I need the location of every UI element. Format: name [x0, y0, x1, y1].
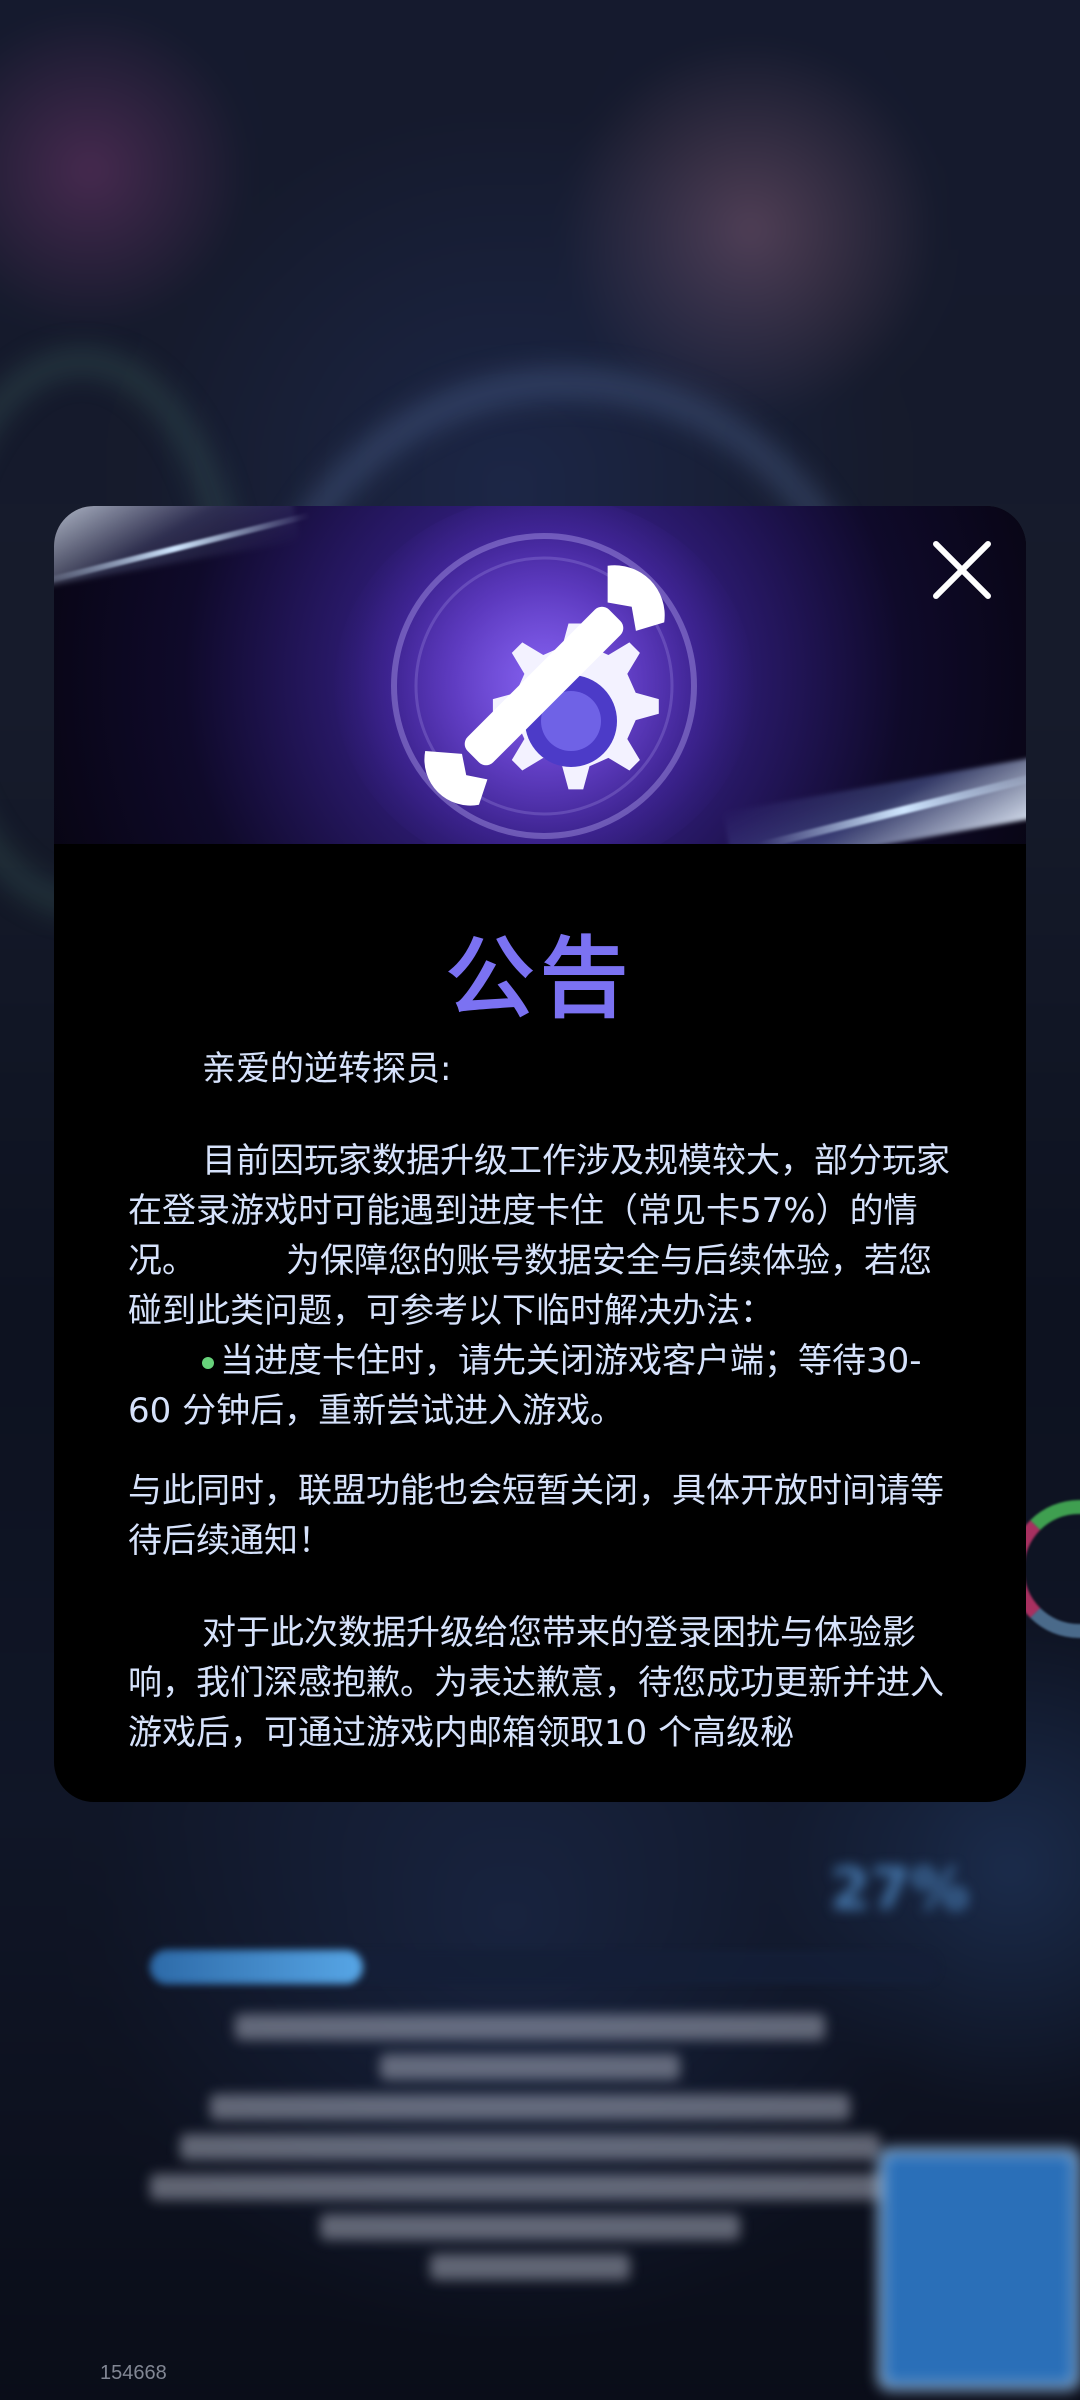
announcement-paragraph: 对于此次数据升级给您带来的登录困扰与体验影响，我们深感抱歉。为表达歉意，待您成功… — [128, 1613, 944, 1753]
close-button[interactable] — [928, 536, 996, 604]
build-id: 154668 — [100, 2362, 167, 2384]
announcement-paragraph: 与此同时，联盟功能也会短暂关闭，具体开放时间请等待后续通知！ — [128, 1471, 944, 1561]
wrench-gear-icon — [391, 533, 697, 839]
greeting-text: 亲爱的逆转探员: — [202, 1049, 452, 1089]
bullet-text: 当进度卡住时，请先关闭游戏客户端；等待30-60 分钟后，重新尝试进入游戏。 — [128, 1341, 922, 1431]
loading-percent: 27% — [830, 1855, 969, 1923]
age-rating-badge — [878, 2148, 1080, 2390]
modal-body[interactable]: 公告 亲爱的逆转探员: 目前因玩家数据升级工作涉及规模较大，部分玩家在登录游戏时… — [54, 844, 1026, 1802]
loading-progress-fill — [150, 1950, 363, 1984]
close-icon — [933, 541, 991, 599]
modal-banner — [54, 506, 1026, 844]
announcement-paragraph: 目前因玩家数据升级工作涉及规模较大，部分玩家在登录游戏时可能遇到进度卡住（常见卡… — [128, 1136, 958, 1336]
page-title: 公告 — [445, 927, 634, 1030]
paragraph-text: 为保障您的账号数据安全与后续体验，若您碰到此类问题，可参考以下临时解决办法： — [128, 1241, 932, 1331]
bullet-icon — [202, 1356, 214, 1369]
announcement-content: 亲爱的逆转探员: 目前因玩家数据升级工作涉及规模较大，部分玩家在登录游戏时可能遇… — [128, 1044, 958, 1758]
bullet-item: 当进度卡住时，请先关闭游戏客户端；等待30-60 分钟后，重新尝试进入游戏。 — [128, 1336, 958, 1436]
blurred-legal-text — [150, 2000, 910, 2294]
banner-light-streak — [723, 756, 1026, 844]
game-screen: 27% 154668 公告 亲爱的逆转探员: 目前因玩家数据升级工作涉及规模较大… — [0, 0, 1080, 2400]
announcement-modal: 公告 亲爱的逆转探员: 目前因玩家数据升级工作涉及规模较大，部分玩家在登录游戏时… — [54, 506, 1026, 1802]
